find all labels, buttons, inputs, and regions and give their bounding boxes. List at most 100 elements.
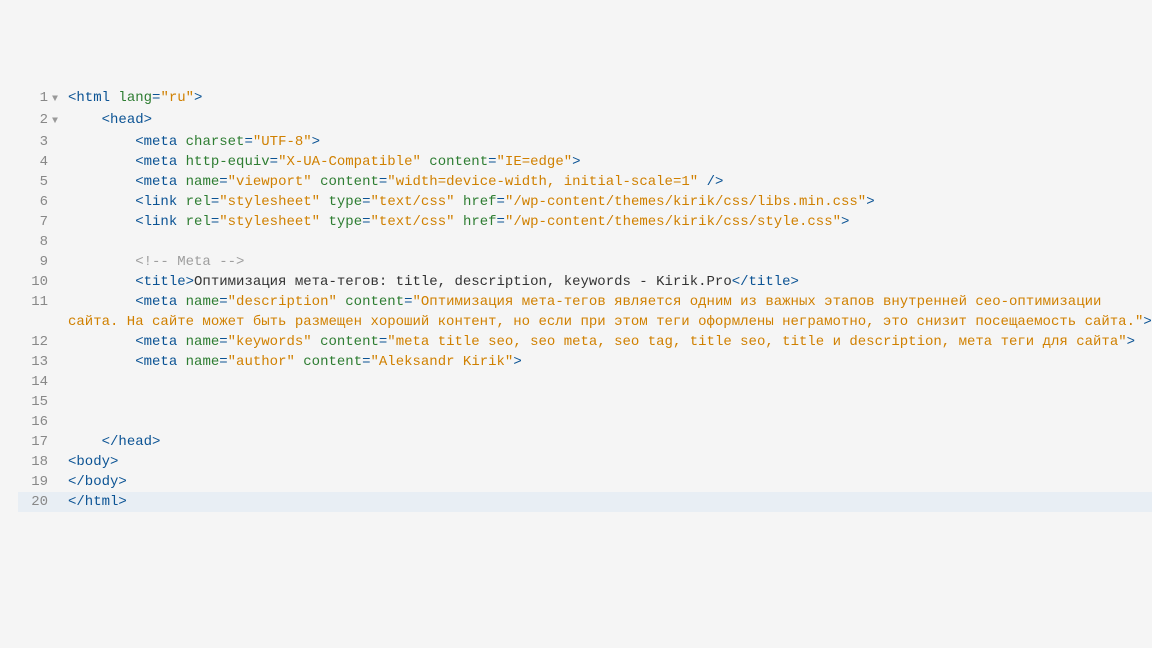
token-attr: type xyxy=(329,194,363,210)
token-txt xyxy=(698,174,706,190)
token-tag: <body> xyxy=(68,454,118,470)
token-attr: href xyxy=(463,194,497,210)
code-content[interactable]: <link rel="stylesheet" type="text/css" h… xyxy=(66,212,1152,232)
code-line[interactable]: 5 <meta name="viewport" content="width=d… xyxy=(18,172,1152,192)
line-number: 15 xyxy=(18,392,52,412)
token-tag: <meta xyxy=(135,174,177,190)
token-str: "text/css" xyxy=(371,214,455,230)
line-number: 18 xyxy=(18,452,52,472)
code-line[interactable]: 19 </body> xyxy=(18,472,1152,492)
token-attr: rel xyxy=(186,194,211,210)
code-content[interactable]: </body> xyxy=(66,472,1152,492)
fold-toggle-icon[interactable]: ▼ xyxy=(52,110,66,132)
line-number: 14 xyxy=(18,372,52,392)
code-line[interactable]: 3 <meta charset="UTF-8"> xyxy=(18,132,1152,152)
line-number: 3 xyxy=(18,132,52,152)
token-attr: name xyxy=(186,174,220,190)
code-content[interactable]: </head> xyxy=(66,432,1152,452)
token-tag: </title> xyxy=(732,274,799,290)
line-number: 2 xyxy=(18,110,52,130)
token-tag: <html xyxy=(68,90,110,106)
token-tag: = xyxy=(244,134,252,150)
token-tag: <link xyxy=(135,194,177,210)
token-txt xyxy=(312,174,320,190)
line-number: 4 xyxy=(18,152,52,172)
token-txt xyxy=(312,334,320,350)
code-line[interactable]: 6 <link rel="stylesheet" type="text/css"… xyxy=(18,192,1152,212)
code-content[interactable]: <meta name="author" content="Aleksandr K… xyxy=(66,352,1152,372)
line-number: 7 xyxy=(18,212,52,232)
code-content[interactable]: <html lang="ru"> xyxy=(66,88,1152,108)
fold-toggle-icon xyxy=(52,472,66,474)
code-content[interactable] xyxy=(66,392,1152,412)
code-line[interactable]: 17 </head> xyxy=(18,432,1152,452)
token-attr: lang xyxy=(118,90,152,106)
line-number: 20 xyxy=(18,492,52,512)
code-line[interactable]: 9 <!-- Meta --> xyxy=(18,252,1152,272)
code-content[interactable]: <meta charset="UTF-8"> xyxy=(66,132,1152,152)
token-attr: href xyxy=(463,214,497,230)
fold-toggle-icon xyxy=(52,452,66,454)
code-line[interactable]: 1▼<html lang="ru"> xyxy=(18,88,1152,110)
code-line[interactable]: 16 xyxy=(18,412,1152,432)
token-str: "ru" xyxy=(160,90,194,106)
code-content[interactable]: <!-- Meta --> xyxy=(66,252,1152,272)
code-content[interactable]: </html> xyxy=(66,492,1152,512)
code-content[interactable] xyxy=(66,412,1152,432)
code-line[interactable]: 12 <meta name="keywords" content="meta t… xyxy=(18,332,1152,352)
token-str: "/wp-content/themes/kirik/css/style.css" xyxy=(505,214,841,230)
code-line[interactable]: 18 <body> xyxy=(18,452,1152,472)
code-line[interactable]: 15 xyxy=(18,392,1152,412)
code-line[interactable]: 4 <meta http-equiv="X-UA-Compatible" con… xyxy=(18,152,1152,172)
code-content[interactable]: <meta name="viewport" content="width=dev… xyxy=(66,172,1152,192)
fold-toggle-icon xyxy=(52,412,66,414)
code-line[interactable]: 10 <title>Оптимизация мета-тегов: title,… xyxy=(18,272,1152,292)
code-content[interactable]: <body> xyxy=(66,452,1152,472)
code-content[interactable] xyxy=(66,232,1152,252)
fold-toggle-icon xyxy=(52,152,66,154)
code-line[interactable]: 11 <meta name="description" content="Опт… xyxy=(18,292,1152,332)
token-tag: <title> xyxy=(135,274,194,290)
token-str: "width=device-width, initial-scale=1" xyxy=(387,174,698,190)
code-line[interactable]: 20 </html> xyxy=(18,492,1152,512)
token-tag: <meta xyxy=(135,354,177,370)
token-str: "keywords" xyxy=(228,334,312,350)
token-tag: > xyxy=(572,154,580,170)
code-content[interactable]: <head> xyxy=(66,110,1152,130)
code-content[interactable]: <link rel="stylesheet" type="text/css" h… xyxy=(66,192,1152,212)
code-content[interactable]: <title>Оптимизация мета-тегов: title, de… xyxy=(66,272,1152,292)
line-number: 8 xyxy=(18,232,52,252)
token-str: "Aleksandr Kirik" xyxy=(371,354,514,370)
code-content[interactable] xyxy=(66,372,1152,392)
token-tag: > xyxy=(1143,314,1151,330)
code-line[interactable]: 14 xyxy=(18,372,1152,392)
code-line[interactable]: 7 <link rel="stylesheet" type="text/css"… xyxy=(18,212,1152,232)
token-tag: <link xyxy=(135,214,177,230)
fold-toggle-icon xyxy=(52,492,66,494)
token-tag: = xyxy=(219,354,227,370)
code-editor[interactable]: 1▼<html lang="ru">2▼ <head>3 <meta chars… xyxy=(0,0,1152,512)
token-str: "X-UA-Compatible" xyxy=(278,154,421,170)
token-txt: Оптимизация мета-тегов: title, descripti… xyxy=(194,274,732,290)
token-attr: type xyxy=(329,214,363,230)
fold-toggle-icon xyxy=(52,392,66,394)
fold-toggle-icon xyxy=(52,172,66,174)
line-number: 17 xyxy=(18,432,52,452)
token-txt xyxy=(177,134,185,150)
line-number: 19 xyxy=(18,472,52,492)
token-str: "viewport" xyxy=(228,174,312,190)
line-number: 16 xyxy=(18,412,52,432)
code-line[interactable]: 8 xyxy=(18,232,1152,252)
code-content[interactable]: <meta http-equiv="X-UA-Compatible" conte… xyxy=(66,152,1152,172)
code-line[interactable]: 2▼ <head> xyxy=(18,110,1152,132)
code-content[interactable]: <meta name="description" content="Оптими… xyxy=(66,292,1152,332)
code-content[interactable]: <meta name="keywords" content="meta titl… xyxy=(66,332,1152,352)
fold-toggle-icon[interactable]: ▼ xyxy=(52,88,66,110)
token-txt xyxy=(177,154,185,170)
token-tag: = xyxy=(270,154,278,170)
line-number: 10 xyxy=(18,272,52,292)
token-tag: = xyxy=(497,214,505,230)
code-line[interactable]: 13 <meta name="author" content="Aleksand… xyxy=(18,352,1152,372)
token-tag: <head> xyxy=(102,112,152,128)
token-txt xyxy=(177,194,185,210)
